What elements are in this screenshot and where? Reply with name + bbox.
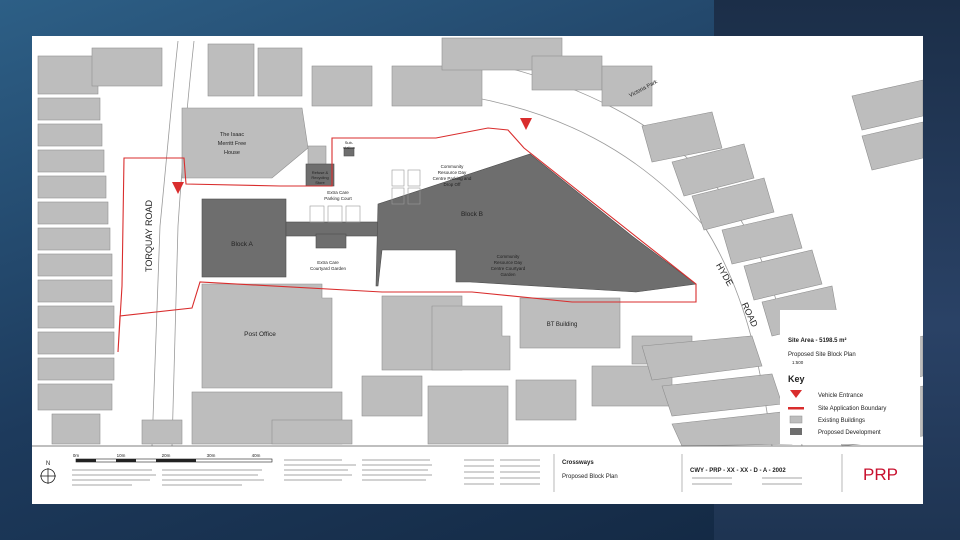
block-a-footprint	[201, 198, 287, 278]
label-isaac-2: Merritt Free	[218, 141, 246, 147]
vehicle-entrance-marker	[520, 118, 532, 130]
site-plan-drawing: The Isaac Merritt Free House Refuse & Re…	[32, 37, 923, 492]
label-crdc-parking-2: Resource Day	[438, 170, 467, 175]
north-arrow: N	[40, 461, 56, 484]
key-item-label: Proposed Development	[818, 430, 881, 436]
drawing-reference: CWY - PRP - XX - XX - D - A - 2002	[690, 468, 786, 474]
label-crdc-garden-3: Centre Courtyard	[491, 266, 526, 271]
label-extra-care-garden-2: Courtyard Garden	[310, 266, 347, 271]
street-hyde: HYDE	[714, 261, 735, 288]
info-panel: Site Area - 5198.5 m² Proposed Site Bloc…	[780, 310, 920, 444]
label-bt-building: BT Building	[547, 322, 578, 328]
scale-tick: 10m	[117, 453, 126, 458]
label-crdc-garden-1: Community	[497, 254, 521, 259]
key-proposed-symbol	[790, 428, 802, 435]
label-crdc-parking-1: Community	[441, 164, 465, 169]
key-item-label: Existing Buildings	[818, 418, 865, 424]
north-label: N	[46, 461, 50, 467]
label-extra-care-parking-1: Extra Care	[327, 190, 349, 195]
vehicle-entrance-marker	[172, 182, 184, 194]
label-isaac-1: The Isaac	[220, 132, 244, 138]
label-extra-care-garden-1: Extra Care	[317, 260, 339, 265]
label-post-office: Post Office	[244, 331, 276, 338]
street-torquay-road: TORQUAY ROAD	[144, 199, 154, 272]
label-crdc-garden-2: Resource Day	[494, 260, 523, 265]
scale-tick: 30m	[207, 453, 216, 458]
label-substation-2: station	[343, 145, 355, 150]
label-block-b: Block B	[461, 211, 483, 218]
site-plan-sheet: The Isaac Merritt Free House Refuse & Re…	[32, 36, 923, 504]
title-block: N 0m 10m 20m 30m 40m Crossways Proposed …	[32, 445, 923, 492]
block-b-footprint	[375, 153, 697, 293]
key-item-label: Site Application Boundary	[818, 406, 886, 412]
scale-tick: 20m	[162, 453, 171, 458]
scale-bar: 0m 10m 20m 30m 40m	[73, 453, 273, 463]
prp-logo: PRP	[863, 465, 898, 484]
plan-title: Proposed Site Block Plan	[788, 352, 856, 358]
label-crdc-garden-4: Garden	[500, 272, 516, 277]
label-crdc-parking-4: Drop Off	[444, 182, 462, 187]
key-existing-symbol	[789, 415, 803, 424]
project-name: Crossways	[562, 460, 594, 466]
key-item-label: Vehicle Entrance	[818, 393, 864, 399]
label-block-a: Block A	[231, 241, 253, 248]
site-area: Site Area - 5198.5 m²	[788, 337, 846, 344]
label-extra-care-parking-2: Parking Court	[324, 196, 352, 201]
label-crdc-parking-3: Centre Parking and	[433, 176, 472, 181]
label-isaac-3: House	[224, 150, 240, 156]
drawing-title: Proposed Block Plan	[562, 474, 618, 480]
scale-tick: 0m	[73, 453, 80, 458]
key-title: Key	[788, 374, 805, 384]
scale-tick: 40m	[252, 453, 261, 458]
plan-scale: 1:500	[792, 360, 804, 365]
street-road: ROAD	[740, 301, 760, 329]
key-boundary-symbol	[788, 407, 804, 410]
label-refuse-3: Store	[315, 180, 325, 185]
